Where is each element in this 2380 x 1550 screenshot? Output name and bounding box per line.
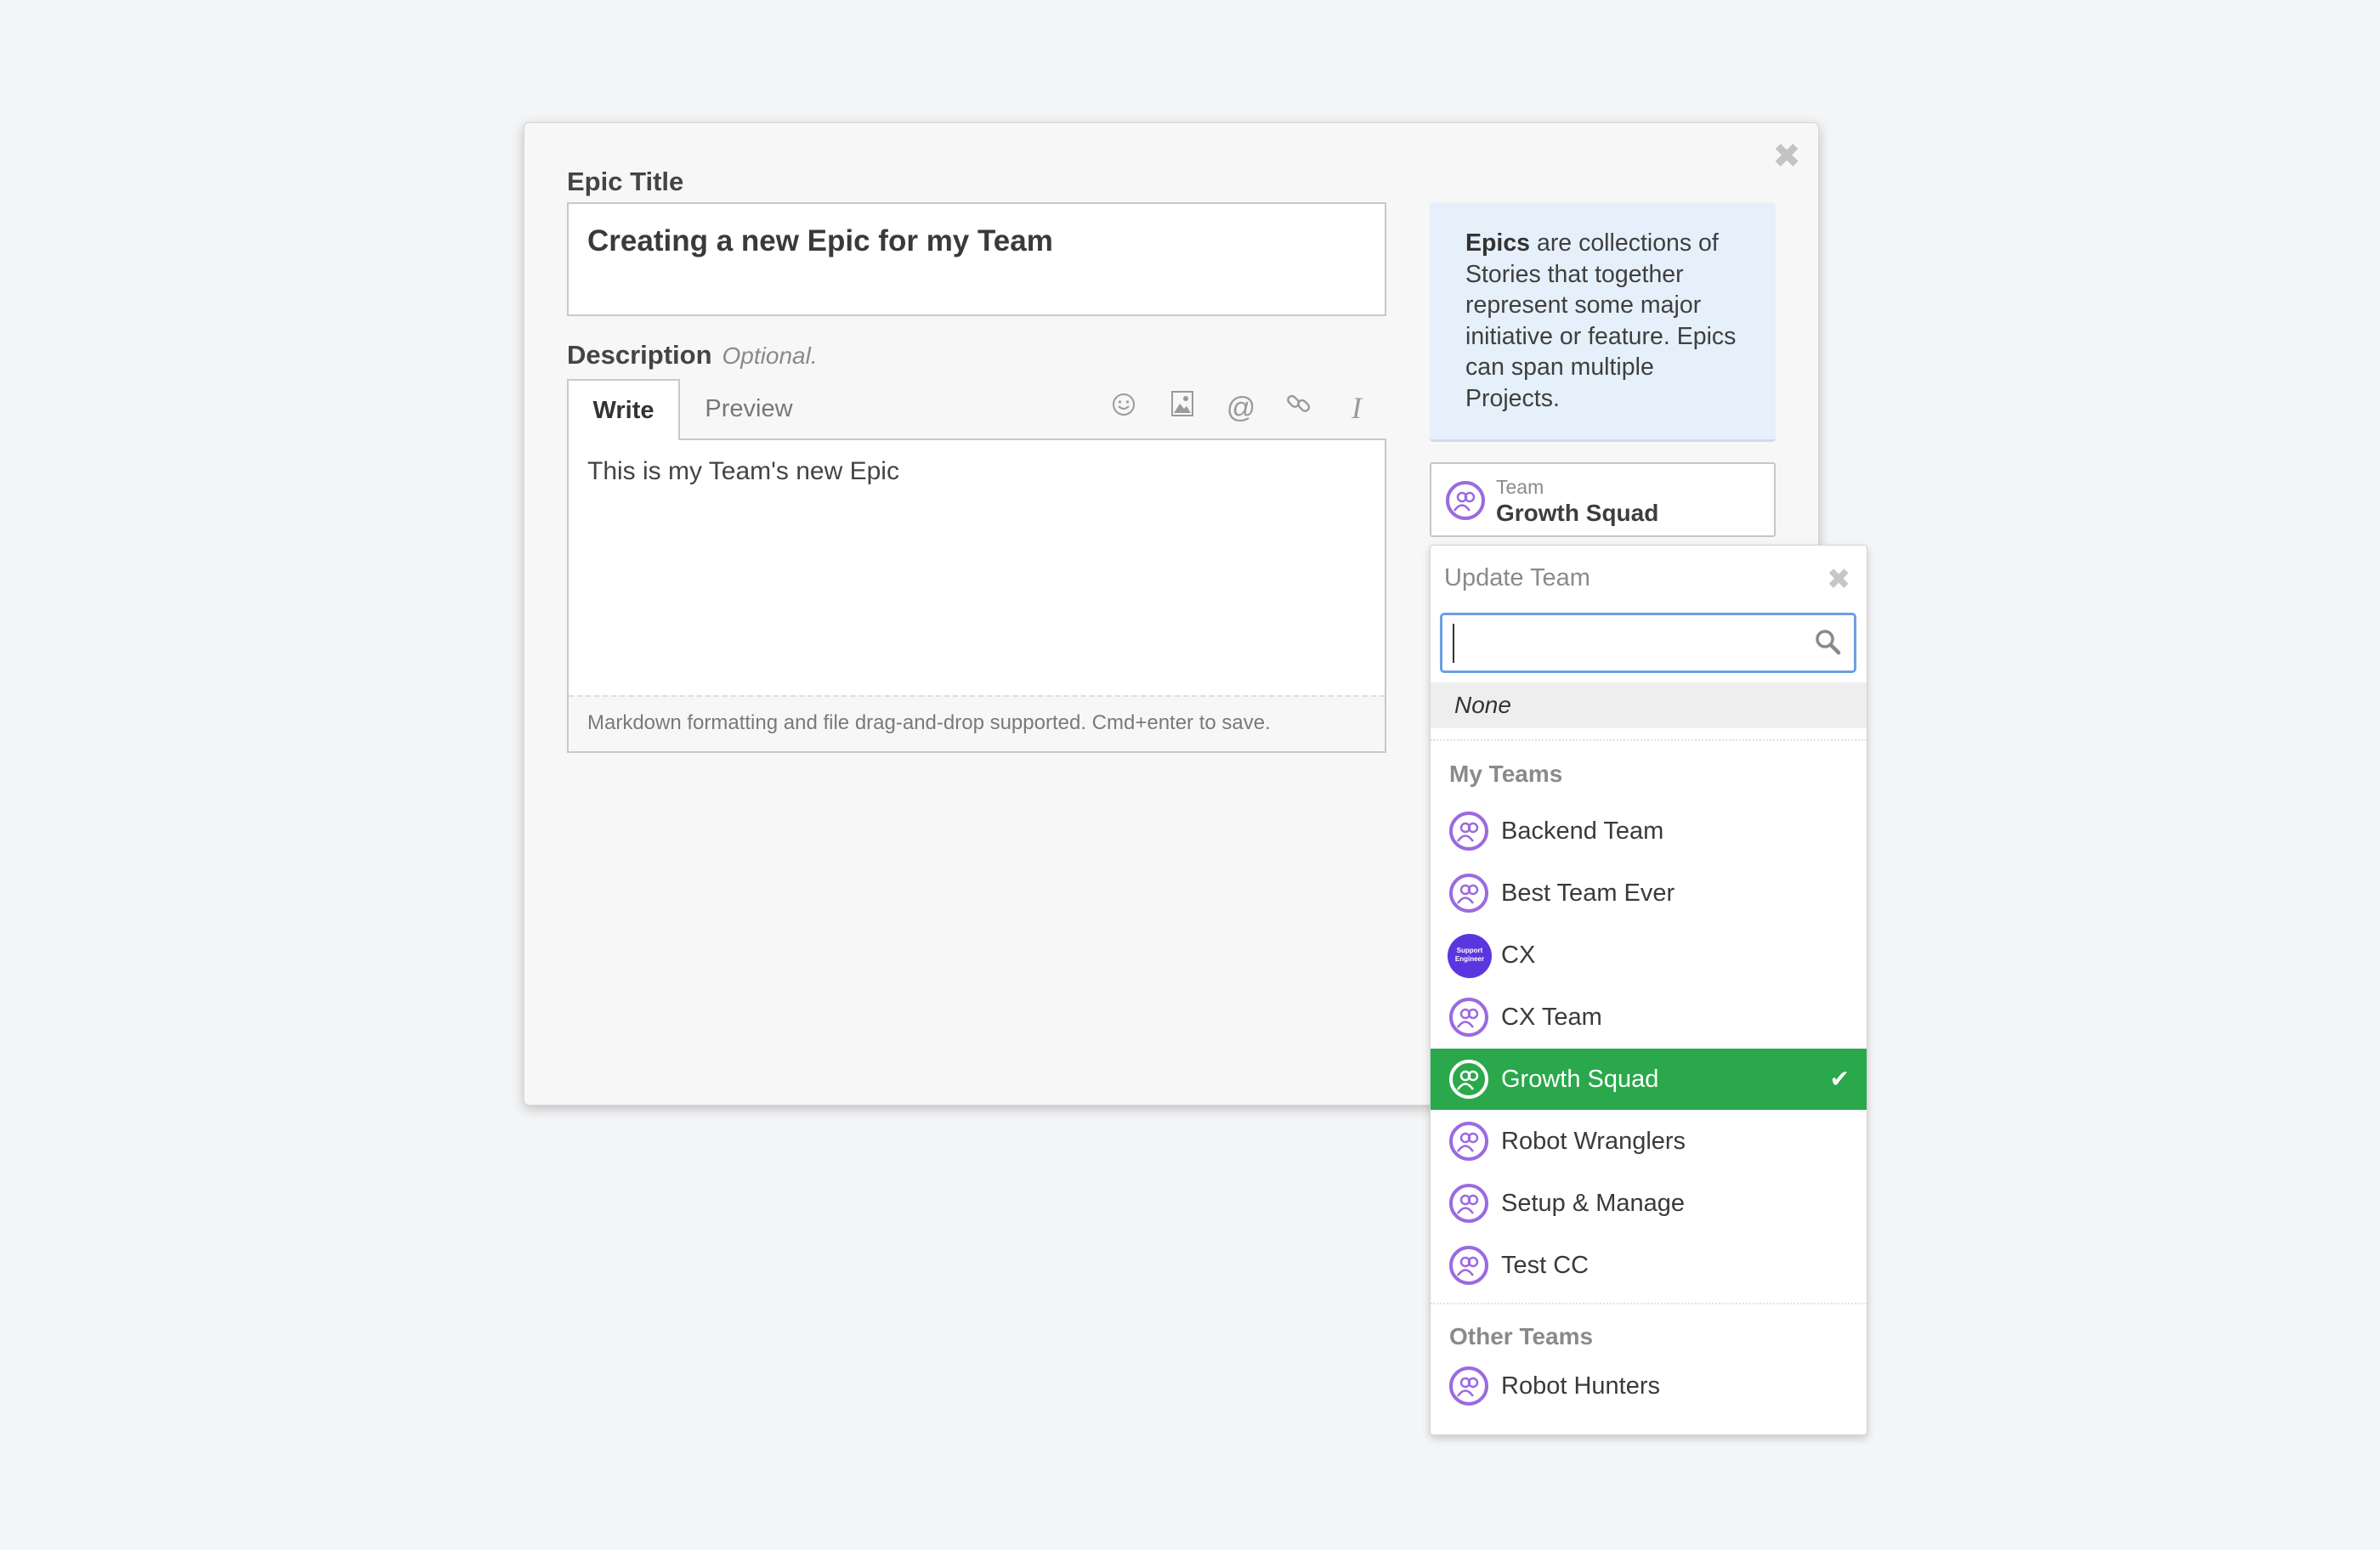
team-option-label: CX Team — [1501, 1004, 1602, 1031]
team-selector[interactable]: Team Growth Squad — [1430, 462, 1776, 537]
team-icon — [1449, 1246, 1488, 1285]
description-text[interactable]: This is my Team's new Epic — [587, 457, 899, 486]
team-option[interactable]: CX Team — [1431, 987, 1867, 1048]
description-label: Description Optional. — [567, 340, 818, 371]
image-icon[interactable] — [1165, 389, 1199, 427]
description-footer-hint: Markdown formatting and file drag-and-dr… — [569, 695, 1385, 751]
my-teams-header: My Teams — [1449, 761, 1563, 787]
team-option[interactable]: Best Team Ever — [1431, 863, 1867, 924]
dropdown-divider — [1431, 739, 1867, 741]
team-field-value: Growth Squad — [1496, 500, 1659, 526]
team-option-label: Test CC — [1501, 1252, 1590, 1279]
team-icon — [1449, 1122, 1488, 1161]
team-option[interactable]: Support Engineer CX — [1431, 925, 1867, 986]
modal-close-icon[interactable]: ✖ — [1771, 139, 1802, 173]
team-field-label: Team — [1496, 476, 1544, 498]
emoji-icon[interactable] — [1107, 389, 1141, 427]
dropdown-divider — [1431, 1303, 1867, 1304]
description-optional-note: Optional. — [722, 342, 818, 369]
team-option[interactable]: Robot Hunters — [1431, 1355, 1867, 1417]
team-icon — [1449, 1184, 1488, 1223]
team-option-label: Backend Team — [1501, 817, 1664, 845]
team-icon — [1449, 874, 1488, 913]
team-icon — [1446, 481, 1485, 520]
description-label-text: Description — [567, 340, 712, 370]
checkmark-icon: ✔ — [1829, 1066, 1850, 1092]
team-search-input[interactable] — [1453, 624, 1801, 663]
team-icon — [1449, 998, 1488, 1037]
link-icon[interactable] — [1282, 389, 1316, 427]
search-icon — [1813, 627, 1842, 660]
team-option-label: Robot Wranglers — [1501, 1128, 1686, 1155]
italic-icon[interactable]: I — [1340, 389, 1374, 427]
epic-info-box: Epics are collections of Stories that to… — [1430, 202, 1776, 442]
team-option-none[interactable]: None — [1431, 682, 1867, 728]
team-option[interactable]: Setup & Manage — [1431, 1173, 1867, 1234]
mention-icon[interactable]: @ — [1224, 389, 1258, 427]
team-option[interactable]: Robot Wranglers — [1431, 1111, 1867, 1172]
team-option-label: Robot Hunters — [1501, 1372, 1660, 1400]
other-teams-header: Other Teams — [1449, 1323, 1594, 1349]
dropdown-title: Update Team — [1444, 564, 1590, 591]
epic-title-label: Epic Title — [567, 167, 684, 196]
epic-title-input[interactable]: Creating a new Epic for my Team — [567, 202, 1386, 316]
support-engineer-avatar: Support Engineer — [1448, 934, 1492, 978]
team-option[interactable]: Backend Team — [1431, 800, 1867, 862]
team-option-label: Setup & Manage — [1501, 1190, 1686, 1217]
team-option[interactable]: Growth Squad ✔ — [1431, 1049, 1867, 1110]
info-bold-term: Epics — [1465, 229, 1531, 257]
update-team-dropdown: Update Team ✖ None My Teams Backend Team… — [1430, 545, 1867, 1435]
team-icon — [1449, 1060, 1488, 1099]
team-search-field[interactable] — [1440, 613, 1856, 673]
team-option-label: Best Team Ever — [1501, 880, 1675, 907]
team-option[interactable]: Test CC — [1431, 1235, 1867, 1296]
info-text: are collections of Stories that together… — [1465, 229, 1737, 412]
team-icon — [1449, 812, 1488, 851]
team-option-label: Growth Squad — [1501, 1066, 1659, 1093]
description-textarea[interactable]: This is my Team's new Epic Markdown form… — [567, 438, 1386, 753]
tab-preview[interactable]: Preview — [685, 379, 813, 440]
team-option-label: CX — [1501, 942, 1536, 969]
team-icon — [1449, 1366, 1488, 1406]
tab-write[interactable]: Write — [567, 379, 680, 440]
dropdown-close-icon[interactable]: ✖ — [1827, 563, 1851, 597]
